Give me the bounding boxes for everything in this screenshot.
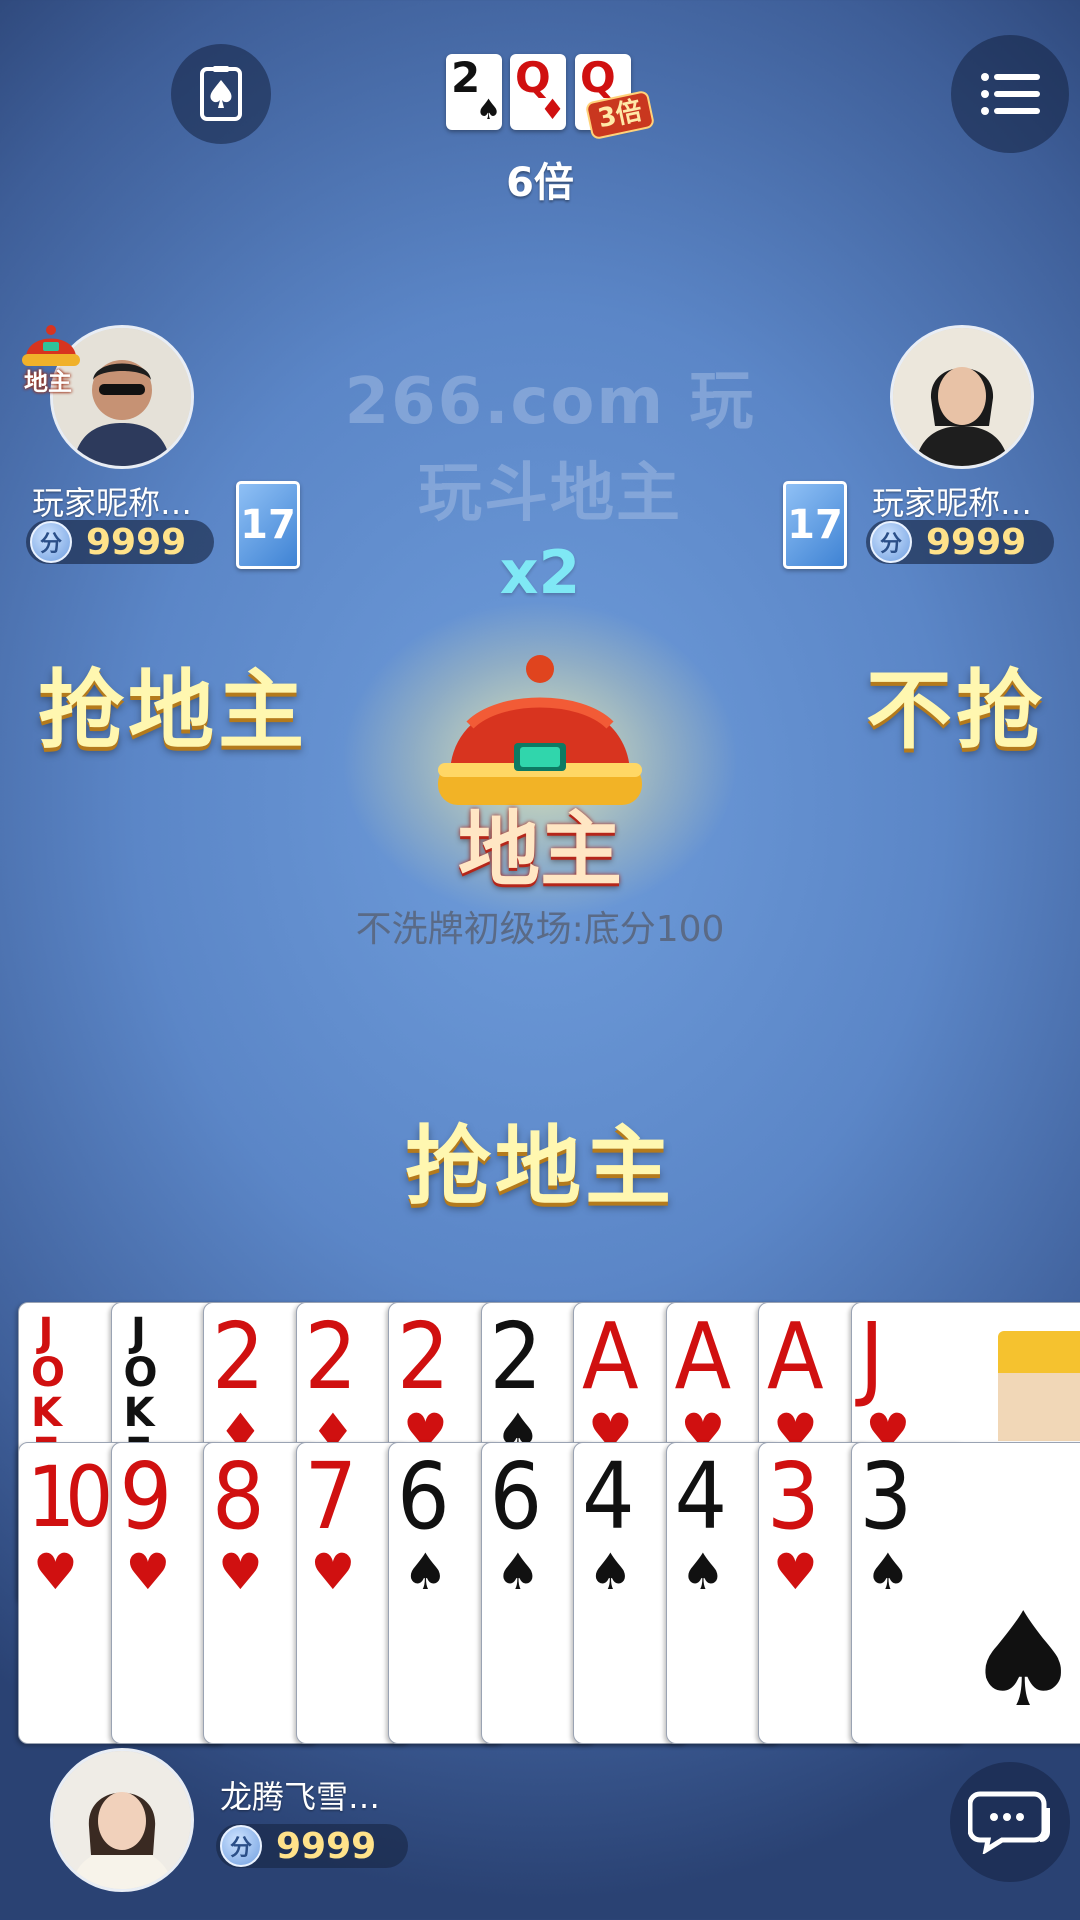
self-nickname: 龙腾飞雪… bbox=[220, 1778, 381, 1816]
score-pill: 分 9999 bbox=[26, 520, 214, 564]
card-rank: A bbox=[582, 1303, 639, 1410]
card-rank: Q bbox=[580, 53, 616, 102]
room-info: 不洗牌初级场:底分100 bbox=[355, 909, 725, 950]
remaining-cards-count: 17 bbox=[236, 481, 300, 569]
card-suit: ♠ bbox=[865, 1543, 911, 1601]
jack-face-art bbox=[997, 1331, 1080, 1441]
card-rank: 6 bbox=[489, 1443, 543, 1550]
card-suit: ♠ bbox=[476, 93, 502, 126]
card-center-suit: ♠ bbox=[964, 1584, 1080, 1736]
menu-button[interactable] bbox=[951, 35, 1069, 153]
card-suit: ♠ bbox=[588, 1543, 633, 1601]
card-suit: ♥ bbox=[125, 1543, 171, 1601]
score-value: 9999 bbox=[926, 521, 1027, 563]
card-suit: ♥ bbox=[773, 1543, 818, 1601]
total-multiplier: 6倍 bbox=[506, 160, 574, 206]
card-rank: 6 bbox=[397, 1443, 450, 1550]
bottom-card: 2 ♠ bbox=[446, 54, 502, 130]
remaining-cards-count: 17 bbox=[783, 481, 847, 569]
card-rank: 8 bbox=[212, 1443, 265, 1550]
card-rank: 3 bbox=[767, 1443, 820, 1550]
game-logo-watermark: 266.com 玩玩斗地主 bbox=[344, 365, 756, 531]
card-rank: J bbox=[859, 1303, 884, 1410]
card-suit: ♠ bbox=[495, 1543, 541, 1601]
card-rank: 4 bbox=[582, 1443, 635, 1550]
card-suit: ♥ bbox=[33, 1543, 78, 1601]
chat-bubble-icon bbox=[968, 1791, 1050, 1854]
card-rank: 2 bbox=[304, 1303, 358, 1410]
bid-multiplier: x2 bbox=[499, 538, 581, 608]
role-badge-label: 地主 bbox=[24, 368, 72, 396]
avatar[interactable] bbox=[890, 325, 1034, 469]
player-nickname: 玩家昵称… bbox=[32, 484, 193, 522]
spade-card-icon bbox=[200, 66, 242, 121]
card-suit: ♠ bbox=[403, 1543, 448, 1601]
chat-button[interactable] bbox=[950, 1762, 1070, 1882]
score-coin-icon: 分 bbox=[220, 1825, 262, 1867]
score-coin-icon: 分 bbox=[870, 521, 912, 563]
card-rank: 7 bbox=[304, 1443, 358, 1550]
card-rank: 9 bbox=[119, 1443, 173, 1550]
card-rank: 2 bbox=[397, 1303, 450, 1410]
hand-card[interactable]: 3 ♠ ♠ bbox=[850, 1442, 1080, 1744]
avatar-portrait bbox=[893, 328, 1031, 466]
landlord-label: 地主 bbox=[457, 803, 622, 898]
landlord-hat-badge: 地主 bbox=[18, 322, 84, 396]
score-pill: 分 9999 bbox=[866, 520, 1054, 564]
card-rank: A bbox=[767, 1303, 824, 1410]
card-suit: ♥ bbox=[310, 1543, 356, 1601]
card-rank: 2 bbox=[212, 1303, 265, 1410]
card-rank: 10 bbox=[27, 1448, 113, 1546]
card-rank: 3 bbox=[859, 1443, 913, 1550]
card-counter-button[interactable] bbox=[171, 44, 271, 144]
card-rank: A bbox=[674, 1303, 732, 1410]
bottom-card: Q ♦ bbox=[510, 54, 566, 130]
card-rank: 4 bbox=[674, 1443, 728, 1550]
score-pill: 分 9999 bbox=[216, 1824, 408, 1868]
score-value: 9999 bbox=[276, 1825, 377, 1867]
landlord-emblem: 地主 bbox=[430, 655, 650, 898]
player-nickname: 玩家昵称… bbox=[872, 484, 1033, 522]
menu-icon bbox=[981, 73, 1040, 115]
card-suit: ♥ bbox=[218, 1543, 263, 1601]
right-player-action: 不抢 bbox=[866, 661, 1046, 761]
card-suit: ♦ bbox=[540, 93, 566, 126]
score-value: 9999 bbox=[86, 521, 187, 563]
score-coin-icon: 分 bbox=[30, 521, 72, 563]
self-action: 抢地主 bbox=[405, 1117, 675, 1217]
left-player-action: 抢地主 bbox=[38, 661, 308, 761]
card-suit: ♠ bbox=[680, 1543, 726, 1601]
avatar-portrait bbox=[53, 1751, 191, 1889]
avatar[interactable] bbox=[50, 1748, 194, 1892]
card-rank: 2 bbox=[489, 1303, 543, 1410]
